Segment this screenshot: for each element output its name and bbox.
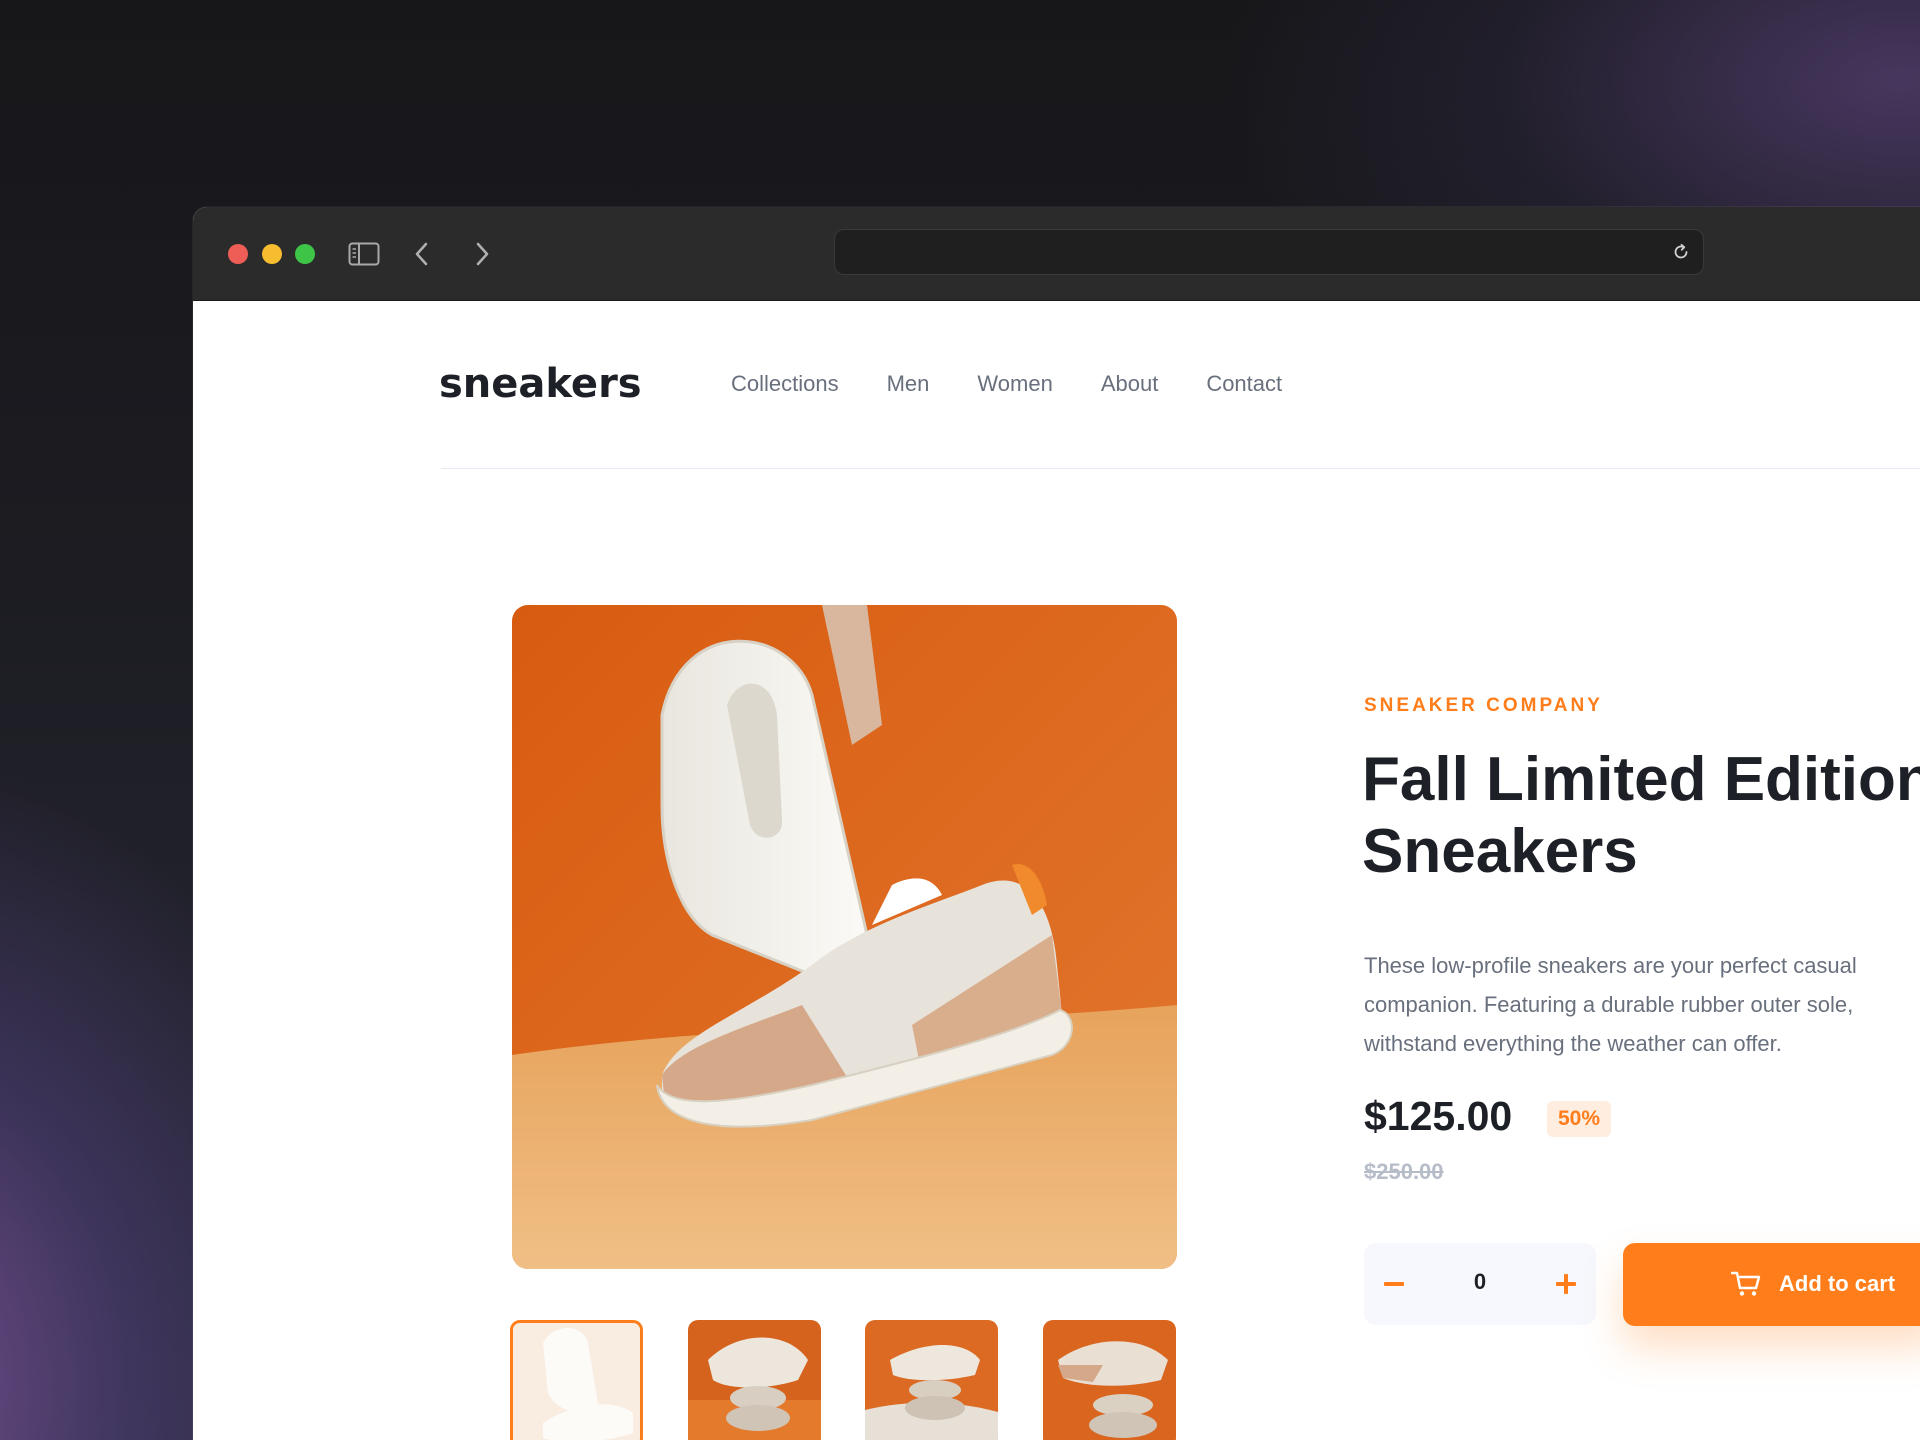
site-logo[interactable]: sneakers [439,361,642,407]
add-to-cart-label: Add to cart [1779,1271,1896,1296]
plus-icon[interactable] [1546,1264,1586,1304]
nav-men[interactable]: Men [887,371,930,397]
cart-icon [1731,1271,1761,1296]
quantity-stepper: 0 [1364,1243,1596,1325]
current-price: $125.00 [1364,1093,1513,1139]
thumbnail-2[interactable] [688,1320,821,1440]
sidebar-icon[interactable] [345,235,383,273]
nav-collections[interactable]: Collections [731,371,839,397]
original-price: $250.00 [1364,1159,1444,1184]
header-divider [441,468,1920,469]
nav-women[interactable]: Women [977,371,1052,397]
chevron-right-icon[interactable] [463,235,501,273]
chevron-left-icon[interactable] [403,235,441,273]
thumbnail-4[interactable] [1043,1320,1176,1440]
nav-contact[interactable]: Contact [1206,371,1282,397]
minimize-window-button[interactable] [262,244,282,264]
product-main-image[interactable] [512,605,1177,1269]
page-content: sneakers Collections Men Women About Con… [193,301,1920,1440]
add-to-cart-button[interactable]: Add to cart [1623,1243,1920,1326]
thumbnail-1[interactable] [510,1320,643,1440]
product-title: Fall Limited Edition Sneakers [1362,745,1920,886]
thumbnail-strip [510,1320,1180,1440]
address-bar[interactable] [834,229,1704,275]
close-window-button[interactable] [228,244,248,264]
thumbnail-3[interactable] [865,1320,998,1440]
nav-about[interactable]: About [1101,371,1159,397]
main-nav: Collections Men Women About Contact [731,371,1330,397]
company-name: SNEAKER COMPANY [1364,695,1603,716]
maximize-window-button[interactable] [295,244,315,264]
reload-icon[interactable] [1667,238,1695,266]
browser-toolbar [193,207,1920,301]
discount-badge: 50% [1547,1101,1612,1137]
browser-window: sneakers Collections Men Women About Con… [193,207,1920,1440]
product-description: These low-profile sneakers are your perf… [1364,953,1857,1056]
